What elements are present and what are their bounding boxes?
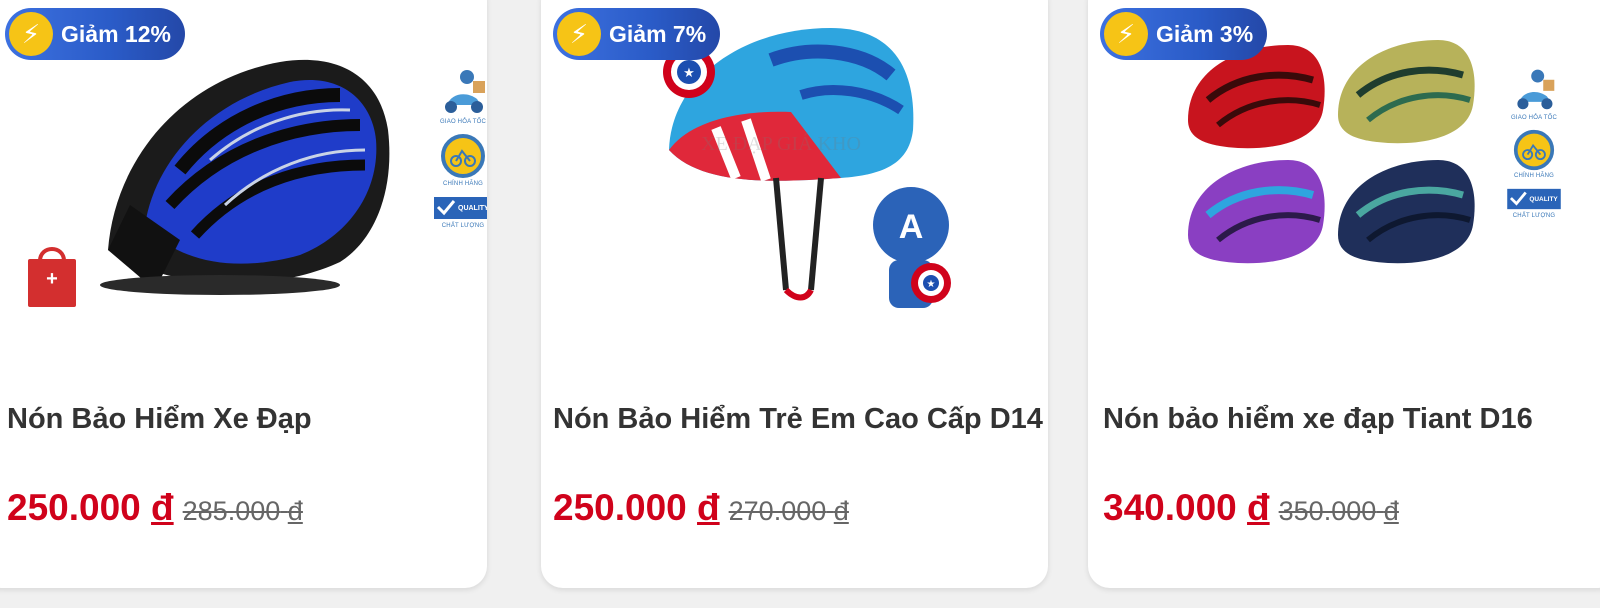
sale-price: 340.000 đ <box>1103 487 1270 528</box>
svg-text:A: A <box>899 208 924 246</box>
quality-text: QUALITY <box>458 205 487 212</box>
quality-text: QUALITY <box>1529 196 1558 203</box>
original-price: 270.000 đ <box>728 496 849 526</box>
price-block: 250.000 đ 270.000 đ <box>553 487 849 529</box>
genuine-icon: CHÍNH HÃNG <box>440 133 486 187</box>
sale-price: 250.000 đ <box>7 487 174 528</box>
price-block: 340.000 đ 350.000 đ <box>1103 487 1399 529</box>
service-label: CHÍNH HÃNG <box>1513 173 1554 179</box>
fast-delivery-icon: GIAO HỎA TỐC <box>437 65 487 125</box>
lightning-bolt-icon: ⚡ <box>557 12 601 56</box>
discount-badge: ⚡ Giảm 12% <box>5 8 185 60</box>
service-badges: GIAO HỎA TỐC CHÍNH HÃNG QUALITY CHẤT LƯỢ… <box>431 65 487 229</box>
original-price: 285.000 đ <box>182 496 303 526</box>
discount-label: Giảm 3% <box>1156 20 1254 47</box>
price-block: 250.000 đ 285.000 đ <box>7 487 303 529</box>
fast-delivery-icon: GIAO HỎA TỐC <box>1510 65 1558 121</box>
product-card[interactable]: ★ A ★ XE ĐẠP GIÁ KHO ⚡ Giảm 7% Nón Bảo H… <box>541 0 1048 588</box>
plus-icon: + <box>46 268 58 290</box>
service-label: CHÍNH HÃNG <box>442 181 483 187</box>
sale-price: 250.000 đ <box>553 487 720 528</box>
quality-icon: QUALITY CHẤT LƯỢNG <box>1507 187 1561 219</box>
product-card[interactable]: GIAO HỎA TỐC CHÍNH HÃNG QUALITY CHẤT LƯỢ… <box>1088 0 1600 588</box>
service-label: GIAO HỎA TỐC <box>440 119 486 125</box>
discount-label: Giảm 7% <box>609 20 707 47</box>
svg-text:★: ★ <box>927 279 936 290</box>
add-to-cart-bag-icon[interactable]: + <box>26 243 78 309</box>
lightning-bolt-icon: ⚡ <box>9 12 53 56</box>
watermark-text: XE ĐẠP GIÁ KHO <box>701 132 861 155</box>
product-card[interactable]: GIAO HỎA TỐC CHÍNH HÃNG QUALITY CHẤT LƯỢ… <box>0 0 487 588</box>
service-label: CHẤT LƯỢNG <box>441 223 485 229</box>
discount-label: Giảm 12% <box>61 20 171 47</box>
quality-icon: QUALITY CHẤT LƯỢNG <box>434 195 487 229</box>
service-badges: GIAO HỎA TỐC CHÍNH HÃNG QUALITY CHẤT LƯỢ… <box>1502 65 1566 219</box>
product-title[interactable]: Nón Bảo Hiểm Trẻ Em Cao Cấp D14 <box>553 403 1043 436</box>
service-label: CHẤT LƯỢNG <box>1512 213 1556 219</box>
product-row: GIAO HỎA TỐC CHÍNH HÃNG QUALITY CHẤT LƯỢ… <box>0 0 1600 608</box>
discount-badge: ⚡ Giảm 3% <box>1100 8 1268 60</box>
product-title[interactable]: Nón Bảo Hiểm Xe Đạp <box>7 403 312 436</box>
lightning-bolt-icon: ⚡ <box>1104 12 1148 56</box>
discount-badge: ⚡ Giảm 7% <box>553 8 721 60</box>
genuine-icon: CHÍNH HÃNG <box>1513 129 1555 179</box>
svg-text:★: ★ <box>683 66 695 81</box>
product-title[interactable]: Nón bảo hiểm xe đạp Tiant D16 <box>1103 403 1533 436</box>
original-price: 350.000 đ <box>1278 496 1399 526</box>
service-label: GIAO HỎA TỐC <box>1511 115 1557 121</box>
